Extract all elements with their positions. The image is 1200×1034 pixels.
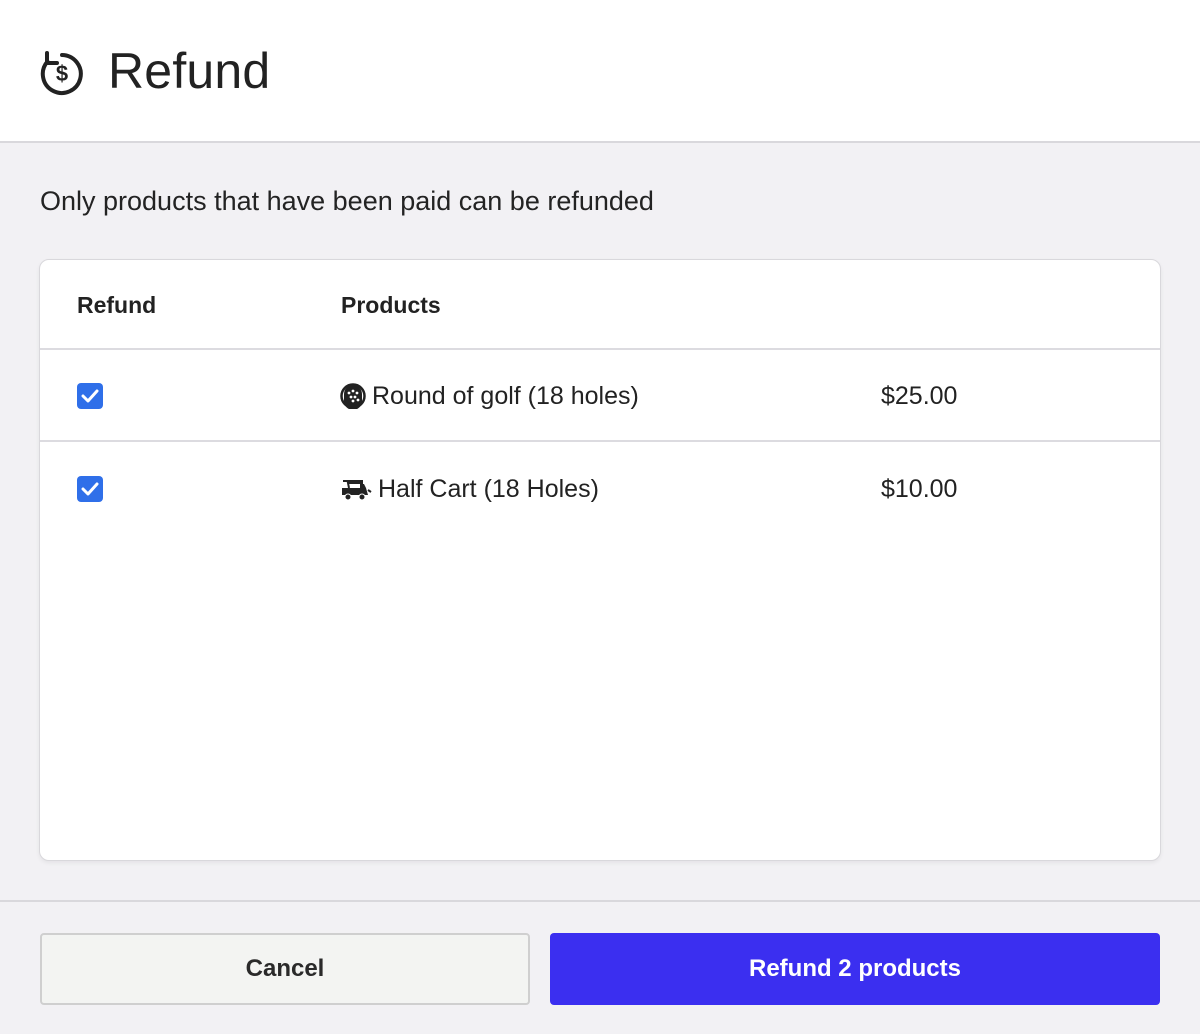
checkmark-icon	[81, 389, 99, 403]
column-header-products: Products	[341, 292, 441, 318]
modal-footer: Cancel Refund 2 products	[0, 900, 1200, 1034]
table-row: Half Cart (18 Holes) $10.00	[40, 443, 1160, 535]
checkmark-icon	[81, 482, 99, 496]
refund-modal: $ Refund Only products that have been pa…	[0, 0, 1200, 1034]
cancel-button[interactable]: Cancel	[40, 933, 530, 1005]
product-cell: Round of golf (18 holes)	[340, 350, 639, 442]
golf-cart-icon	[340, 476, 372, 502]
refund-notice: Only products that have been paid can be…	[40, 186, 654, 216]
column-header-refund: Refund	[77, 292, 157, 318]
product-price: $25.00	[881, 381, 958, 410]
refund-checkbox[interactable]	[77, 383, 103, 409]
refund-checkbox[interactable]	[77, 476, 103, 502]
product-price: $10.00	[881, 474, 958, 503]
products-table: Refund Products Round of golf (18 holes)…	[39, 259, 1161, 861]
modal-header: $ Refund	[0, 0, 1200, 143]
refund-products-button[interactable]: Refund 2 products	[550, 933, 1160, 1005]
modal-title: Refund	[108, 42, 271, 99]
table-header: Refund Products	[40, 260, 1160, 350]
product-name: Half Cart (18 Holes)	[378, 474, 599, 503]
golf-ball-icon	[340, 383, 366, 410]
product-cell: Half Cart (18 Holes)	[340, 443, 599, 535]
refund-dollar-icon: $	[38, 48, 86, 96]
product-name: Round of golf (18 holes)	[372, 381, 639, 410]
svg-text:$: $	[56, 61, 68, 86]
table-row: Round of golf (18 holes) $25.00	[40, 350, 1160, 442]
